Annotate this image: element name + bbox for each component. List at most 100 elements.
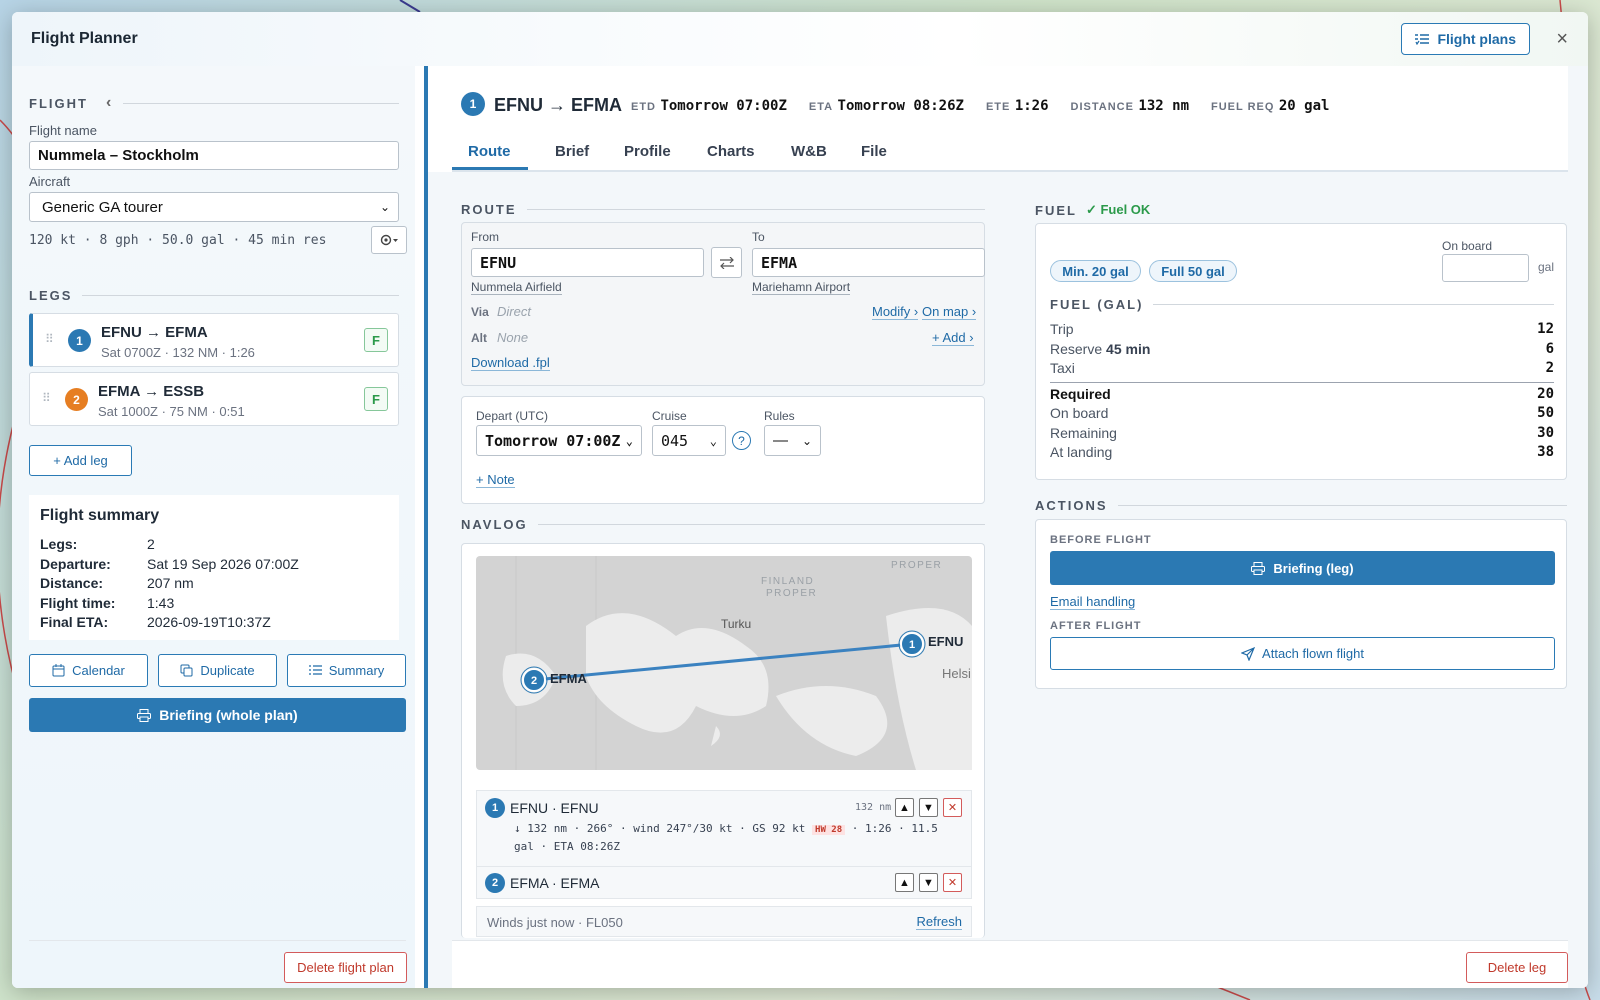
to-label: To: [752, 230, 765, 244]
to-airport-name[interactable]: Mariehamn Airport: [752, 280, 851, 295]
after-flight-label: AFTER FLIGHT: [1050, 620, 1142, 632]
footer-divider: [29, 940, 406, 941]
leg-heading: EFNU → EFMA: [494, 95, 622, 115]
tab-profile[interactable]: Profile: [624, 143, 671, 160]
cruise-select[interactable]: 045 ⌄: [652, 425, 726, 456]
summary-row-departure: Departure: Sat 19 Sep 2026 07:00Z: [40, 555, 299, 572]
full-fuel-button[interactable]: Full 50 gal: [1149, 260, 1237, 282]
swap-icon: [719, 256, 734, 269]
printer-icon: [137, 708, 152, 722]
drag-handle-icon[interactable]: ⠿: [42, 391, 51, 405]
collapse-icon[interactable]: ‹: [106, 94, 113, 112]
swap-button[interactable]: [711, 247, 742, 278]
navlog-row-title: EFNU · EFNU: [510, 800, 599, 816]
aircraft-settings-button[interactable]: [371, 226, 407, 254]
gear-icon: [380, 234, 398, 246]
briefing-leg-button[interactable]: Briefing (leg): [1050, 551, 1555, 585]
remove-icon[interactable]: ✕: [943, 873, 962, 892]
leg-subtitle: Sat 1000Z · 75 NM · 0:51: [98, 404, 245, 419]
route-section-label: ROUTE: [461, 202, 517, 217]
on-map-link[interactable]: On map ›: [922, 304, 977, 320]
winds-status: Winds just now · FL050: [487, 915, 623, 930]
cruise-help-icon[interactable]: ?: [732, 431, 751, 450]
depart-box: Depart (UTC) Tomorrow 07:00Z ⌄ Cruise 045…: [461, 396, 985, 504]
duplicate-label: Duplicate: [200, 663, 255, 678]
navlog-row-detail: ↓ 132 nm · 266° · wind 247°/30 kt · GS 9…: [514, 822, 938, 835]
tabs-divider: [452, 170, 1568, 172]
leg-title: EFMA → ESSB: [98, 383, 205, 400]
add-alternate-link[interactable]: + Add ›: [932, 330, 974, 346]
min-fuel-button[interactable]: Min. 20 gal: [1050, 260, 1141, 282]
from-airport-name[interactable]: Nummela Airfield: [471, 280, 562, 295]
summary-row-legs: Legs: 2: [40, 536, 155, 552]
attach-flown-flight-button[interactable]: Attach flown flight: [1050, 637, 1555, 670]
copy-icon: [180, 664, 193, 677]
briefing-whole-plan-button[interactable]: Briefing (whole plan): [29, 698, 406, 732]
leg-card-2[interactable]: ⠿ 2 EFMA → ESSB Sat 1000Z · 75 NM · 0:51…: [29, 372, 399, 426]
flight-name-input[interactable]: Nummela – Stockholm: [29, 141, 399, 170]
drag-handle-icon[interactable]: ⠿: [45, 332, 54, 346]
paper-plane-icon: [1241, 646, 1256, 661]
summary-button[interactable]: Summary: [287, 654, 406, 687]
map-label-turku: Turku: [721, 617, 751, 631]
aircraft-label: Aircraft: [29, 174, 71, 189]
depart-select[interactable]: Tomorrow 07:00Z ⌄: [476, 425, 642, 456]
before-flight-label: BEFORE FLIGHT: [1050, 534, 1152, 546]
flight-plans-label: Flight plans: [1437, 31, 1516, 47]
flight-planner-dialog: Flight Planner Flight plans × FLIGHT ‹ F…: [12, 12, 1588, 988]
delete-flight-plan-button[interactable]: Delete flight plan: [284, 952, 407, 983]
rules-select-value: —: [773, 432, 788, 449]
leg-card-1[interactable]: ⠿ 1 EFNU → EFMA Sat 0700Z · 132 NM · 1:2…: [29, 313, 399, 367]
briefing-whole-plan-label: Briefing (whole plan): [159, 707, 298, 723]
chevron-down-icon: ⌄: [801, 433, 812, 448]
close-icon[interactable]: ×: [1556, 28, 1568, 51]
move-up-icon[interactable]: ▲: [895, 798, 914, 817]
map-label-helsinki: Helsi: [942, 666, 971, 681]
from-input[interactable]: EFNU: [471, 248, 704, 277]
download-fpl-link[interactable]: Download .fpl: [471, 355, 550, 371]
depart-label: Depart (UTC): [476, 409, 549, 423]
tab-file[interactable]: File: [861, 143, 887, 160]
navlog-row-title: EFMA · EFMA: [510, 875, 600, 891]
tab-wb[interactable]: W&B: [791, 143, 827, 160]
leg-rules-badge: F: [364, 328, 388, 352]
delete-leg-button[interactable]: Delete leg: [1466, 952, 1568, 983]
winds-bar: Winds just now · FL050 Refresh: [476, 906, 972, 937]
tab-brief[interactable]: Brief: [555, 143, 589, 160]
flight-plans-button[interactable]: Flight plans: [1401, 23, 1530, 55]
add-leg-button[interactable]: + Add leg: [29, 445, 132, 476]
email-handling-link[interactable]: Email handling: [1050, 594, 1136, 610]
actions-section-label: ACTIONS: [1035, 498, 1108, 513]
fuel-row-remaining: Remaining 30: [1050, 424, 1554, 441]
via-label: Via: [471, 305, 489, 319]
move-down-icon[interactable]: ▼: [919, 798, 938, 817]
stat-fuel-req: FUEL REQ 20 gal: [1211, 98, 1330, 114]
rules-select[interactable]: — ⌄: [764, 425, 821, 456]
aircraft-select[interactable]: Generic GA tourer ⌄: [29, 192, 399, 222]
calendar-button[interactable]: Calendar: [29, 654, 148, 687]
leg-number-badge: 1: [68, 329, 91, 352]
tab-route[interactable]: Route: [468, 143, 511, 160]
map-label-proper: PROPER: [766, 588, 817, 599]
leg-number-badge: 1: [461, 92, 485, 116]
on-board-unit: gal: [1538, 260, 1555, 274]
modify-via-link[interactable]: Modify ›: [872, 304, 919, 320]
printer-icon: [1251, 561, 1266, 575]
left-panel: FLIGHT ‹ Flight name Nummela – Stockholm…: [12, 66, 415, 988]
leg-title: EFNU → EFMA: [101, 324, 208, 341]
on-board-input[interactable]: [1442, 254, 1529, 282]
remove-icon[interactable]: ✕: [943, 798, 962, 817]
add-note-link[interactable]: + Note: [476, 472, 515, 488]
to-input[interactable]: EFMA: [752, 248, 985, 277]
chevron-down-icon: ⌄: [709, 433, 717, 448]
tab-charts[interactable]: Charts: [707, 143, 755, 160]
cruise-label: Cruise: [652, 409, 687, 423]
duplicate-button[interactable]: Duplicate: [158, 654, 277, 687]
navlog-map[interactable]: FINLAND PROPER PROPER Turku Helsi 1 EFNU…: [476, 556, 972, 770]
move-down-icon[interactable]: ▼: [919, 873, 938, 892]
flight-summary-box: Flight summary Legs: 2 Departure: Sat 19 S…: [29, 495, 399, 640]
refresh-winds-link[interactable]: Refresh: [916, 914, 962, 930]
flight-summary-rows: Legs: 2 Departure: Sat 19 Sep 2026 07:00Z …: [40, 536, 299, 634]
move-up-icon[interactable]: ▲: [895, 873, 914, 892]
svg-text:EFMA: EFMA: [550, 671, 587, 686]
